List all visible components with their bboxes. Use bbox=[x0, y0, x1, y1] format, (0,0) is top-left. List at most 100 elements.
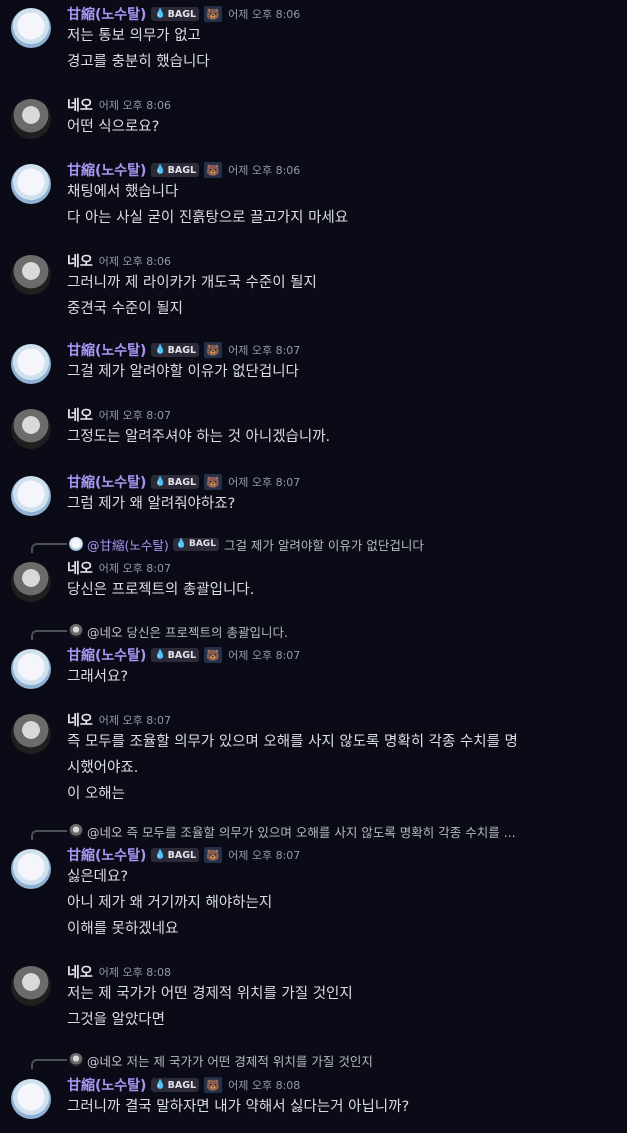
message-text: 그러니까 결국 말하자면 내가 약해서 싫다는거 아닙니까? bbox=[67, 1099, 410, 1115]
reply-text: 그걸 제가 알려야할 이유가 없단겁니다 bbox=[223, 537, 424, 553]
reply-guild-tag-label: BAGL bbox=[188, 539, 216, 549]
droplet-icon: 💧 bbox=[175, 539, 187, 549]
reply-connector bbox=[31, 543, 67, 553]
reply-avatar bbox=[69, 1053, 83, 1067]
droplet-icon: 💧 bbox=[154, 1080, 166, 1090]
avatar[interactable] bbox=[11, 476, 51, 516]
avatar[interactable] bbox=[11, 164, 51, 204]
avatar[interactable] bbox=[11, 255, 51, 295]
guild-tag[interactable]: 💧 BAGL bbox=[151, 648, 200, 662]
bear-icon[interactable]: 🐻 bbox=[204, 162, 223, 178]
message-text: 어떤 식으로요? bbox=[67, 119, 160, 135]
message-header: 甘縮(노수탈) 💧 BAGL 🐻 어제 오후 8:07 bbox=[67, 473, 300, 491]
message-text: 저는 통보 의무가 없고 bbox=[67, 28, 201, 44]
timestamp[interactable]: 어제 오후 8:07 bbox=[99, 560, 171, 576]
avatar[interactable] bbox=[11, 409, 51, 449]
username[interactable]: 甘縮(노수탈) bbox=[67, 645, 146, 665]
timestamp[interactable]: 어제 오후 8:08 bbox=[228, 1077, 300, 1093]
username[interactable]: 甘縮(노수탈) bbox=[67, 340, 146, 360]
avatar[interactable] bbox=[11, 966, 51, 1006]
username[interactable]: 甘縮(노수탈) bbox=[67, 472, 146, 492]
timestamp[interactable]: 어제 오후 8:07 bbox=[228, 647, 300, 663]
username[interactable]: 네오 bbox=[67, 405, 93, 425]
message-text: 이해를 못하겠네요 bbox=[67, 921, 179, 937]
reply-preview[interactable]: @네오 저는 제 국가가 어떤 경제적 위치를 가질 것인지 bbox=[31, 1050, 373, 1070]
reply-text: 저는 제 국가가 어떤 경제적 위치를 가질 것인지 bbox=[126, 1053, 373, 1069]
timestamp[interactable]: 어제 오후 8:06 bbox=[228, 6, 300, 22]
bear-icon[interactable]: 🐻 bbox=[204, 342, 223, 358]
reply-avatar bbox=[69, 824, 83, 838]
guild-tag[interactable]: 💧 BAGL bbox=[151, 163, 200, 177]
reply-guild-tag: 💧 BAGL bbox=[172, 537, 219, 551]
bear-icon[interactable]: 🐻 bbox=[204, 6, 223, 22]
droplet-icon: 💧 bbox=[154, 345, 166, 355]
username[interactable]: 甘縮(노수탈) bbox=[67, 160, 146, 180]
bear-icon[interactable]: 🐻 bbox=[204, 647, 223, 663]
reply-mention[interactable]: @甘縮(노수탈) bbox=[87, 535, 169, 554]
bear-icon[interactable]: 🐻 bbox=[204, 1077, 223, 1093]
droplet-icon: 💧 bbox=[154, 850, 166, 860]
avatar[interactable] bbox=[11, 344, 51, 384]
message-text: 아니 제가 왜 거기까지 해야하는지 bbox=[67, 895, 273, 911]
username[interactable]: 네오 bbox=[67, 558, 93, 578]
message-header: 네오 어제 오후 8:07 bbox=[67, 559, 171, 577]
reply-text: 당신은 프로젝트의 총괄입니다. bbox=[126, 624, 288, 640]
reply-connector bbox=[31, 630, 67, 640]
avatar[interactable] bbox=[11, 714, 51, 754]
reply-preview[interactable]: @甘縮(노수탈) 💧 BAGL 그걸 제가 알려야할 이유가 없단겁니다 bbox=[31, 534, 424, 554]
guild-tag[interactable]: 💧 BAGL bbox=[151, 7, 200, 21]
guild-tag[interactable]: 💧 BAGL bbox=[151, 848, 200, 862]
timestamp[interactable]: 어제 오후 8:06 bbox=[99, 97, 171, 113]
timestamp[interactable]: 어제 오후 8:07 bbox=[228, 474, 300, 490]
guild-tag-label: BAGL bbox=[167, 344, 197, 356]
username[interactable]: 네오 bbox=[67, 95, 93, 115]
username[interactable]: 甘縮(노수탈) bbox=[67, 1075, 146, 1095]
message-text: 다 아는 사실 굳이 진흙탕으로 끌고가지 마세요 bbox=[67, 210, 349, 226]
reply-mention[interactable]: @네오 bbox=[87, 1051, 123, 1070]
username[interactable]: 甘縮(노수탈) bbox=[67, 845, 146, 865]
username[interactable]: 甘縮(노수탈) bbox=[67, 4, 146, 24]
message-header: 甘縮(노수탈) 💧 BAGL 🐻 어제 오후 8:06 bbox=[67, 5, 300, 23]
guild-tag[interactable]: 💧 BAGL bbox=[151, 475, 200, 489]
username[interactable]: 네오 bbox=[67, 962, 93, 982]
timestamp[interactable]: 어제 오후 8:07 bbox=[228, 342, 300, 358]
reply-connector bbox=[31, 1059, 67, 1069]
timestamp[interactable]: 어제 오후 8:07 bbox=[228, 847, 300, 863]
timestamp[interactable]: 어제 오후 8:07 bbox=[99, 407, 171, 423]
bear-icon[interactable]: 🐻 bbox=[204, 847, 223, 863]
message-text: 저는 제 국가가 어떤 경제적 위치를 가질 것인지 bbox=[67, 986, 353, 1002]
avatar[interactable] bbox=[11, 1079, 51, 1119]
username[interactable]: 네오 bbox=[67, 710, 93, 730]
avatar[interactable] bbox=[11, 99, 51, 139]
droplet-icon: 💧 bbox=[154, 477, 166, 487]
reply-preview[interactable]: @네오 당신은 프로젝트의 총괄입니다. bbox=[31, 621, 288, 641]
avatar[interactable] bbox=[11, 649, 51, 689]
message-text: 당신은 프로젝트의 총괄입니다. bbox=[67, 582, 255, 598]
timestamp[interactable]: 어제 오후 8:06 bbox=[228, 162, 300, 178]
guild-tag[interactable]: 💧 BAGL bbox=[151, 343, 200, 357]
timestamp[interactable]: 어제 오후 8:08 bbox=[99, 964, 171, 980]
guild-tag-label: BAGL bbox=[167, 8, 197, 20]
guild-tag-label: BAGL bbox=[167, 164, 197, 176]
reply-mention[interactable]: @네오 bbox=[87, 622, 123, 641]
reply-preview[interactable]: @네오 즉 모두를 조율할 의무가 있으며 오해를 사지 않도록 명확히 각종 수… bbox=[31, 821, 516, 841]
message-header: 甘縮(노수탈) 💧 BAGL 🐻 어제 오후 8:07 bbox=[67, 846, 300, 864]
avatar[interactable] bbox=[11, 849, 51, 889]
guild-tag[interactable]: 💧 BAGL bbox=[151, 1078, 200, 1092]
message-header: 네오 어제 오후 8:08 bbox=[67, 963, 171, 981]
reply-mention[interactable]: @네오 bbox=[87, 822, 123, 841]
droplet-icon: 💧 bbox=[154, 650, 166, 660]
avatar[interactable] bbox=[11, 8, 51, 48]
message-header: 네오 어제 오후 8:07 bbox=[67, 406, 171, 424]
avatar[interactable] bbox=[11, 562, 51, 602]
bear-icon[interactable]: 🐻 bbox=[204, 474, 223, 490]
message-text: 중견국 수준이 될지 bbox=[67, 301, 183, 317]
message-text: 즉 모두를 조율할 의무가 있으며 오해를 사지 않도록 명확히 각종 수치를 … bbox=[67, 734, 518, 750]
timestamp[interactable]: 어제 오후 8:07 bbox=[99, 712, 171, 728]
guild-tag-label: BAGL bbox=[167, 1079, 197, 1091]
message-header: 甘縮(노수탈) 💧 BAGL 🐻 어제 오후 8:07 bbox=[67, 341, 300, 359]
message-header: 네오 어제 오후 8:06 bbox=[67, 252, 171, 270]
username[interactable]: 네오 bbox=[67, 251, 93, 271]
guild-tag-label: BAGL bbox=[167, 476, 197, 488]
timestamp[interactable]: 어제 오후 8:06 bbox=[99, 253, 171, 269]
